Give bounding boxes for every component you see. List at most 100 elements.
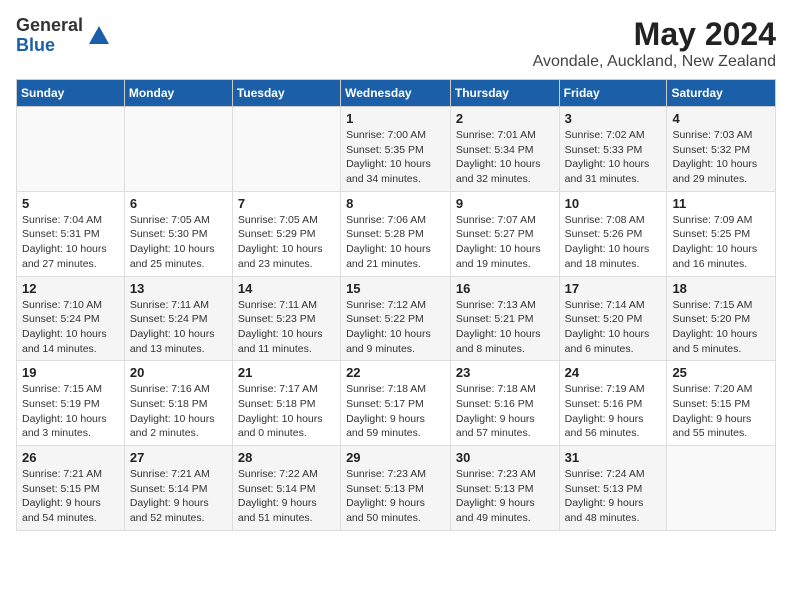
location: Avondale, Auckland, New Zealand (533, 53, 776, 71)
day-number: 8 (346, 196, 445, 211)
day-info: Sunrise: 7:05 AMSunset: 5:30 PMDaylight:… (130, 213, 227, 272)
calendar-cell: 11 Sunrise: 7:09 AMSunset: 5:25 PMDayligh… (667, 191, 776, 276)
calendar-cell: 26 Sunrise: 7:21 AMSunset: 5:15 PMDayligh… (17, 446, 125, 531)
calendar-table: SundayMondayTuesdayWednesdayThursdayFrid… (16, 79, 776, 531)
header-row: SundayMondayTuesdayWednesdayThursdayFrid… (17, 80, 776, 107)
day-info: Sunrise: 7:18 AMSunset: 5:17 PMDaylight:… (346, 382, 445, 441)
calendar-cell: 30 Sunrise: 7:23 AMSunset: 5:13 PMDayligh… (450, 446, 559, 531)
calendar-cell: 9Sunrise: 7:07 AMSunset: 5:27 PMDaylight… (450, 191, 559, 276)
calendar-cell (667, 446, 776, 531)
day-info: Sunrise: 7:14 AMSunset: 5:20 PMDaylight:… (565, 298, 662, 357)
logo: General Blue (16, 16, 111, 56)
day-number: 2 (456, 111, 554, 126)
day-info: Sunrise: 7:21 AMSunset: 5:15 PMDaylight:… (22, 467, 119, 526)
day-info: Sunrise: 7:05 AMSunset: 5:29 PMDaylight:… (238, 213, 335, 272)
day-info: Sunrise: 7:11 AMSunset: 5:23 PMDaylight:… (238, 298, 335, 357)
calendar-cell: 19Sunrise: 7:15 AMSunset: 5:19 PMDayligh… (17, 361, 125, 446)
day-info: Sunrise: 7:03 AMSunset: 5:32 PMDaylight:… (672, 128, 770, 187)
header-tuesday: Tuesday (232, 80, 340, 107)
day-number: 17 (565, 281, 662, 296)
calendar-cell: 31 Sunrise: 7:24 AMSunset: 5:13 PMDayligh… (559, 446, 667, 531)
calendar-cell: 2 Sunrise: 7:01 AMSunset: 5:34 PMDaylight… (450, 107, 559, 192)
day-info: Sunrise: 7:23 AMSunset: 5:13 PMDaylight:… (456, 467, 554, 526)
day-info: Sunrise: 7:02 AMSunset: 5:33 PMDaylight:… (565, 128, 662, 187)
day-info: Sunrise: 7:12 AMSunset: 5:22 PMDaylight:… (346, 298, 445, 357)
day-info: Sunrise: 7:09 AMSunset: 5:25 PMDaylight:… (672, 213, 770, 272)
day-number: 4 (672, 111, 770, 126)
day-info: Sunrise: 7:11 AMSunset: 5:24 PMDaylight:… (130, 298, 227, 357)
calendar-week-2: 5Sunrise: 7:04 AMSunset: 5:31 PMDaylight… (17, 191, 776, 276)
calendar-cell: 3Sunrise: 7:02 AMSunset: 5:33 PMDaylight… (559, 107, 667, 192)
day-info: Sunrise: 7:10 AMSunset: 5:24 PMDaylight:… (22, 298, 119, 357)
calendar-cell: 12 Sunrise: 7:10 AMSunset: 5:24 PMDayligh… (17, 276, 125, 361)
calendar-cell: 23Sunrise: 7:18 AMSunset: 5:16 PMDayligh… (450, 361, 559, 446)
logo-icon (87, 24, 111, 48)
day-number: 13 (130, 281, 227, 296)
day-info: Sunrise: 7:00 AMSunset: 5:35 PMDaylight:… (346, 128, 445, 187)
header-friday: Friday (559, 80, 667, 107)
day-number: 30 (456, 450, 554, 465)
day-info: Sunrise: 7:24 AMSunset: 5:13 PMDaylight:… (565, 467, 662, 526)
day-info: Sunrise: 7:08 AMSunset: 5:26 PMDaylight:… (565, 213, 662, 272)
calendar-cell: 10 Sunrise: 7:08 AMSunset: 5:26 PMDayligh… (559, 191, 667, 276)
day-number: 20 (130, 365, 227, 380)
day-number: 29 (346, 450, 445, 465)
day-number: 31 (565, 450, 662, 465)
day-info: Sunrise: 7:01 AMSunset: 5:34 PMDaylight:… (456, 128, 554, 187)
day-number: 27 (130, 450, 227, 465)
calendar-cell (232, 107, 340, 192)
day-info: Sunrise: 7:21 AMSunset: 5:14 PMDaylight:… (130, 467, 227, 526)
calendar-cell: 25 Sunrise: 7:20 AMSunset: 5:15 PMDayligh… (667, 361, 776, 446)
calendar-week-3: 12 Sunrise: 7:10 AMSunset: 5:24 PMDayligh… (17, 276, 776, 361)
day-number: 24 (565, 365, 662, 380)
day-number: 22 (346, 365, 445, 380)
day-number: 26 (22, 450, 119, 465)
day-number: 11 (672, 196, 770, 211)
calendar-cell: 13 Sunrise: 7:11 AMSunset: 5:24 PMDayligh… (124, 276, 232, 361)
calendar-cell: 20 Sunrise: 7:16 AMSunset: 5:18 PMDayligh… (124, 361, 232, 446)
day-info: Sunrise: 7:04 AMSunset: 5:31 PMDaylight:… (22, 213, 119, 272)
calendar-cell: 7Sunrise: 7:05 AMSunset: 5:29 PMDaylight… (232, 191, 340, 276)
day-info: Sunrise: 7:20 AMSunset: 5:15 PMDaylight:… (672, 382, 770, 441)
calendar-cell: 5Sunrise: 7:04 AMSunset: 5:31 PMDaylight… (17, 191, 125, 276)
calendar-cell: 27 Sunrise: 7:21 AMSunset: 5:14 PMDayligh… (124, 446, 232, 531)
header-sunday: Sunday (17, 80, 125, 107)
day-number: 21 (238, 365, 335, 380)
header-monday: Monday (124, 80, 232, 107)
month-year: May 2024 (533, 16, 776, 53)
calendar-cell: 15 Sunrise: 7:12 AMSunset: 5:22 PMDayligh… (341, 276, 451, 361)
day-number: 15 (346, 281, 445, 296)
calendar-week-1: 1 Sunrise: 7:00 AMSunset: 5:35 PMDaylight… (17, 107, 776, 192)
calendar-cell: 17 Sunrise: 7:14 AMSunset: 5:20 PMDayligh… (559, 276, 667, 361)
calendar-cell: 29Sunrise: 7:23 AMSunset: 5:13 PMDayligh… (341, 446, 451, 531)
day-number: 1 (346, 111, 445, 126)
day-info: Sunrise: 7:06 AMSunset: 5:28 PMDaylight:… (346, 213, 445, 272)
day-number: 6 (130, 196, 227, 211)
calendar-cell: 4 Sunrise: 7:03 AMSunset: 5:32 PMDaylight… (667, 107, 776, 192)
day-info: Sunrise: 7:15 AMSunset: 5:20 PMDaylight:… (672, 298, 770, 357)
day-number: 19 (22, 365, 119, 380)
day-info: Sunrise: 7:19 AMSunset: 5:16 PMDaylight:… (565, 382, 662, 441)
day-info: Sunrise: 7:16 AMSunset: 5:18 PMDaylight:… (130, 382, 227, 441)
calendar-cell: 28 Sunrise: 7:22 AMSunset: 5:14 PMDayligh… (232, 446, 340, 531)
day-number: 10 (565, 196, 662, 211)
day-number: 28 (238, 450, 335, 465)
calendar-cell: 22 Sunrise: 7:18 AMSunset: 5:17 PMDayligh… (341, 361, 451, 446)
title-block: May 2024 Avondale, Auckland, New Zealand (533, 16, 776, 71)
logo-general: General (16, 16, 83, 36)
header-saturday: Saturday (667, 80, 776, 107)
day-info: Sunrise: 7:22 AMSunset: 5:14 PMDaylight:… (238, 467, 335, 526)
day-number: 9 (456, 196, 554, 211)
calendar-week-5: 26 Sunrise: 7:21 AMSunset: 5:15 PMDayligh… (17, 446, 776, 531)
calendar-cell: 1 Sunrise: 7:00 AMSunset: 5:35 PMDaylight… (341, 107, 451, 192)
day-number: 16 (456, 281, 554, 296)
day-number: 12 (22, 281, 119, 296)
calendar-cell: 6 Sunrise: 7:05 AMSunset: 5:30 PMDaylight… (124, 191, 232, 276)
page-header: General Blue May 2024 Avondale, Auckland… (16, 16, 776, 71)
calendar-week-4: 19Sunrise: 7:15 AMSunset: 5:19 PMDayligh… (17, 361, 776, 446)
calendar-cell: 14Sunrise: 7:11 AMSunset: 5:23 PMDayligh… (232, 276, 340, 361)
day-number: 25 (672, 365, 770, 380)
calendar-cell: 18 Sunrise: 7:15 AMSunset: 5:20 PMDayligh… (667, 276, 776, 361)
calendar-cell: 21Sunrise: 7:17 AMSunset: 5:18 PMDayligh… (232, 361, 340, 446)
day-number: 18 (672, 281, 770, 296)
